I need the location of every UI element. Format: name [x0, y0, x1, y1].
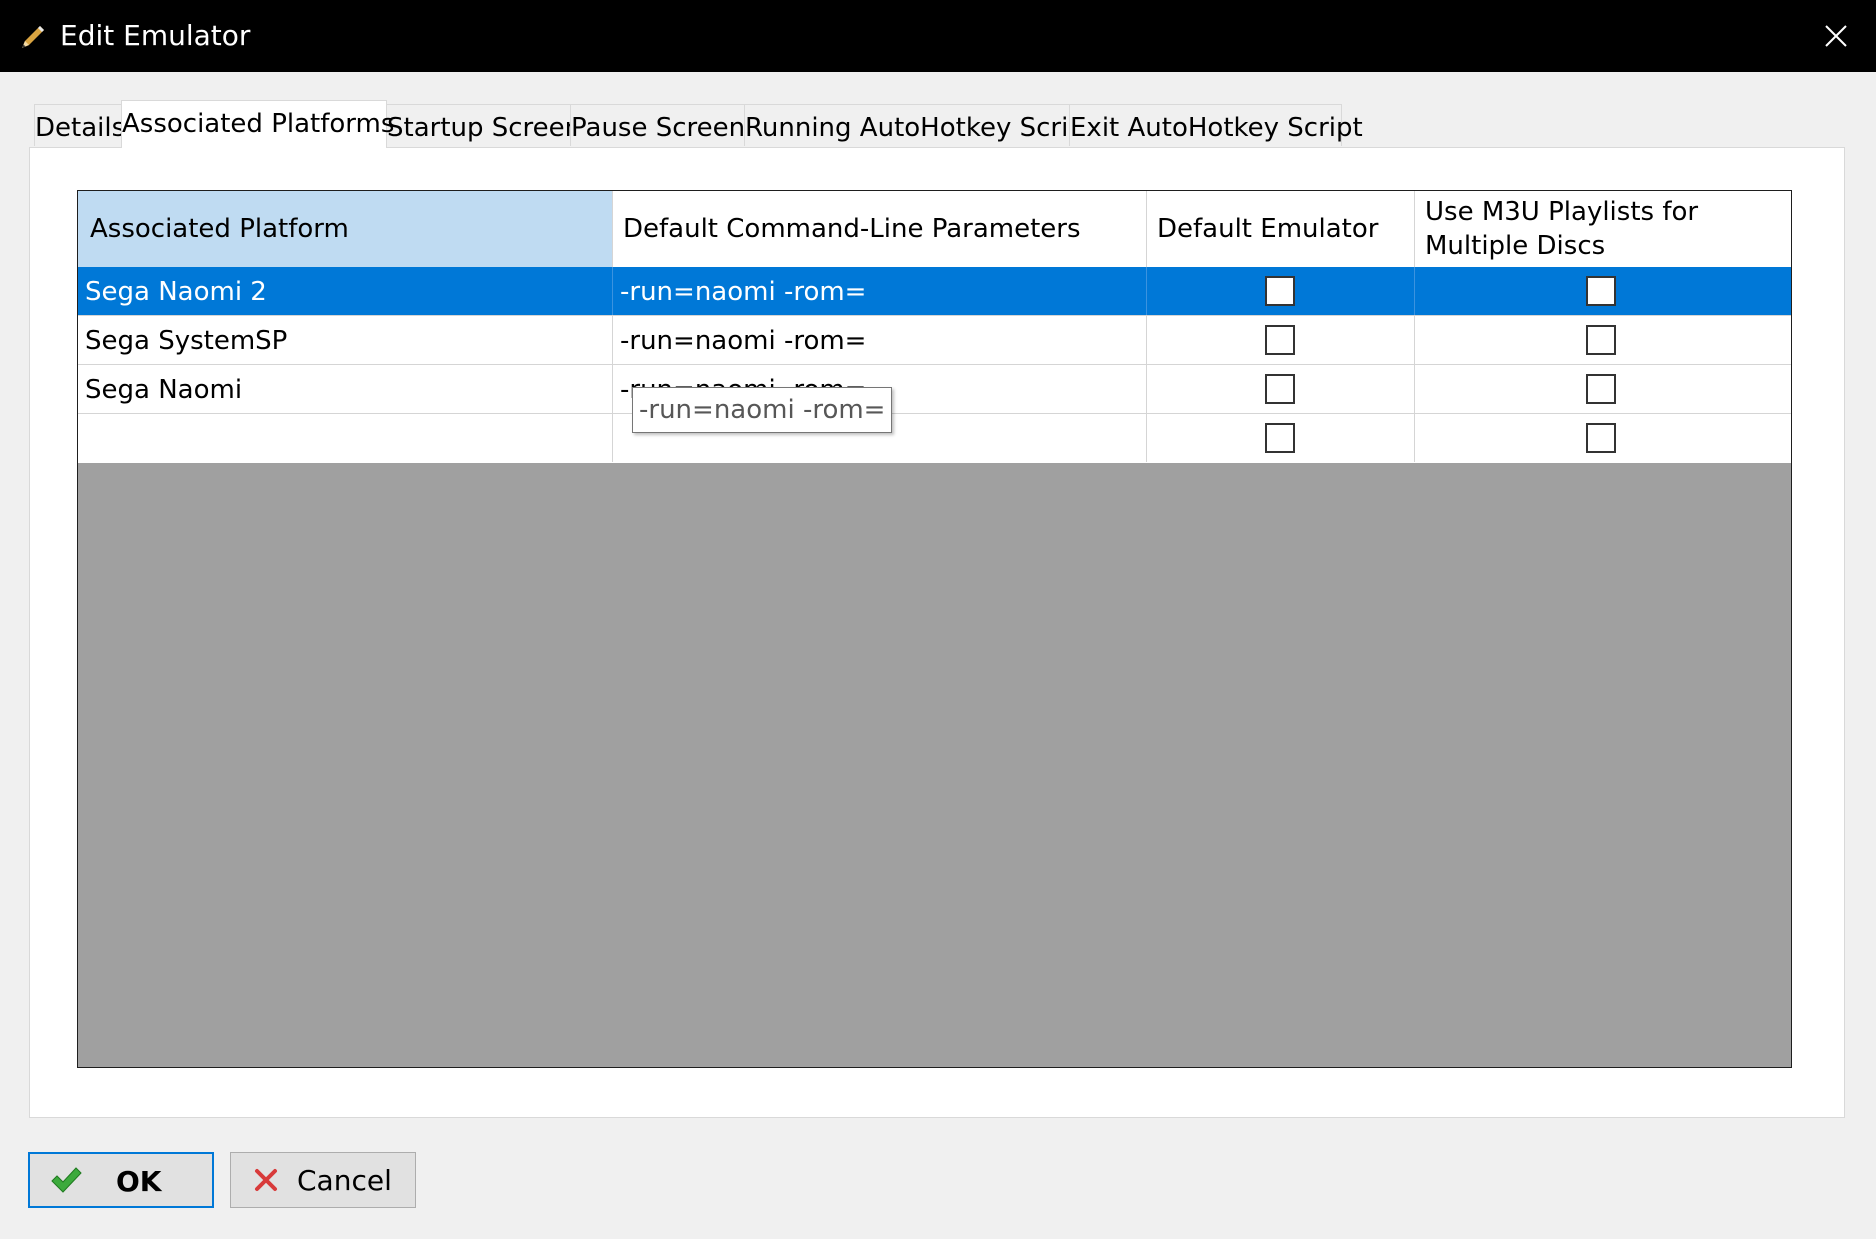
- ok-button[interactable]: OK: [28, 1152, 214, 1208]
- column-header-command-line-parameters[interactable]: Default Command-Line Parameters: [613, 191, 1147, 267]
- platform-cell[interactable]: Sega Naomi: [78, 365, 613, 413]
- default-emulator-cell: [1147, 414, 1415, 462]
- use-m3u-checkbox[interactable]: [1586, 325, 1616, 355]
- use-m3u-cell: [1415, 267, 1791, 315]
- use-m3u-checkbox[interactable]: [1586, 374, 1616, 404]
- parameters-cell[interactable]: -run=naomi -rom=: [613, 316, 1147, 364]
- tab-startup-screen[interactable]: Startup Screen: [386, 104, 581, 146]
- use-m3u-cell: [1415, 316, 1791, 364]
- x-icon: [253, 1167, 279, 1200]
- cell-tooltip: -run=naomi -rom=: [632, 387, 893, 433]
- close-icon: [1825, 25, 1847, 47]
- table-row[interactable]: Sega Naomi 2 -run=naomi -rom=: [78, 267, 1791, 316]
- column-header-use-m3u-playlists[interactable]: Use M3U Playlists for Multiple Discs: [1415, 191, 1791, 267]
- default-emulator-checkbox[interactable]: [1265, 374, 1295, 404]
- use-m3u-checkbox[interactable]: [1586, 423, 1616, 453]
- use-m3u-cell: [1415, 414, 1791, 462]
- column-header-associated-platform[interactable]: Associated Platform: [78, 191, 613, 267]
- title-bar: Edit Emulator: [0, 0, 1876, 72]
- tab-details[interactable]: Details: [34, 104, 125, 146]
- default-emulator-checkbox[interactable]: [1265, 325, 1295, 355]
- platform-cell[interactable]: [78, 414, 613, 462]
- tab-associated-platforms[interactable]: Associated Platforms: [121, 100, 394, 148]
- tab-pause-screen[interactable]: Pause Screen: [570, 104, 745, 146]
- checkmark-icon: [50, 1166, 82, 1203]
- platforms-grid[interactable]: Associated Platform Default Command-Line…: [77, 190, 1792, 1068]
- cancel-label: Cancel: [297, 1164, 392, 1197]
- tab-exit-autohotkey-script[interactable]: Exit AutoHotkey Script: [1069, 104, 1363, 146]
- default-emulator-checkbox[interactable]: [1265, 276, 1295, 306]
- use-m3u-cell: [1415, 365, 1791, 413]
- use-m3u-checkbox[interactable]: [1586, 276, 1616, 306]
- parameters-cell[interactable]: -run=naomi -rom=: [613, 267, 1147, 315]
- window-title: Edit Emulator: [60, 19, 251, 52]
- table-row[interactable]: Sega SystemSP -run=naomi -rom=: [78, 316, 1791, 365]
- ok-label: OK: [116, 1165, 162, 1198]
- table-row[interactable]: Sega Naomi -run=naomi -rom=: [78, 365, 1791, 414]
- platform-cell[interactable]: Sega Naomi 2: [78, 267, 613, 315]
- close-button[interactable]: [1796, 0, 1876, 72]
- default-emulator-cell: [1147, 267, 1415, 315]
- tab-running-autohotkey-script[interactable]: Running AutoHotkey Script: [744, 104, 1095, 146]
- platform-cell[interactable]: Sega SystemSP: [78, 316, 613, 364]
- table-row[interactable]: [78, 414, 1791, 463]
- default-emulator-cell: [1147, 316, 1415, 364]
- column-header-default-emulator[interactable]: Default Emulator: [1147, 191, 1415, 267]
- pencil-icon: [18, 22, 48, 52]
- default-emulator-checkbox[interactable]: [1265, 423, 1295, 453]
- cancel-button[interactable]: Cancel: [230, 1152, 416, 1208]
- default-emulator-cell: [1147, 365, 1415, 413]
